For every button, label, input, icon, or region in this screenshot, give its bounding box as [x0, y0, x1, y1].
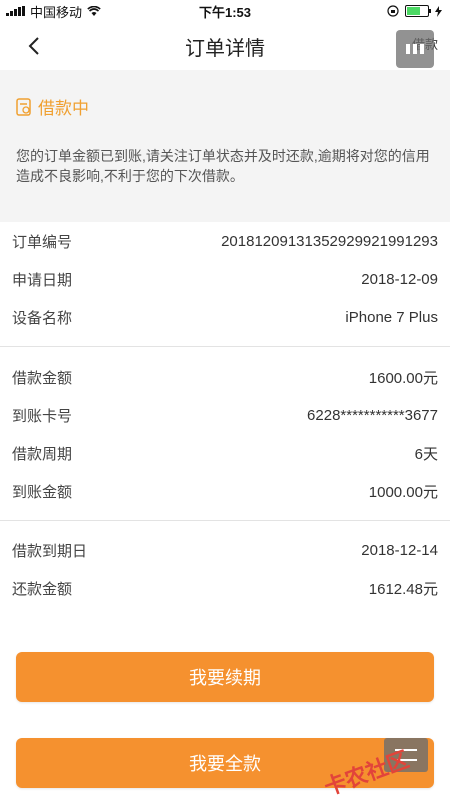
received-amount-value: 1000.00元 — [368, 483, 438, 501]
info-row: 到账卡号 6228***********3677 — [0, 396, 450, 434]
loan-period-value: 6天 — [414, 445, 438, 463]
battery-icon — [405, 5, 431, 17]
loan-status-label: 借款中 — [38, 99, 89, 118]
info-label: 申请日期 — [12, 271, 73, 289]
info-label: 设备名称 — [12, 309, 73, 327]
signal-icon — [6, 6, 25, 16]
device-name-value: iPhone 7 Plus — [345, 308, 438, 326]
status-left: 中国移动 — [0, 2, 101, 21]
page-title: 订单详情 — [185, 37, 265, 60]
info-row: 到账金额 1000.00元 — [0, 472, 450, 510]
order-number-value: 20181209131352929921991293 — [221, 232, 438, 250]
due-date-value: 2018-12-14 — [361, 541, 438, 559]
card-number-value: 6228***********3677 — [307, 406, 438, 424]
info-row: 借款到期日 2018-12-14 — [0, 531, 450, 569]
status-banner: 借款中 您的订单金额已到账,请关注订单状态并及时还款,逾期将对您的信用造成不良影… — [0, 70, 450, 222]
grid-icon — [406, 44, 424, 54]
carrier-label: 中国移动 — [30, 4, 83, 20]
repay-info-section: 借款到期日 2018-12-14 还款金额 1612.48元 — [0, 531, 450, 607]
info-row: 借款金额 1600.00元 — [0, 358, 450, 396]
info-label: 借款到期日 — [12, 542, 88, 560]
apply-date-value: 2018-12-09 — [361, 270, 438, 288]
status-right — [387, 5, 450, 17]
charging-icon — [435, 5, 442, 17]
loan-status: 借款中 — [16, 94, 89, 119]
info-row: 借款周期 6天 — [0, 434, 450, 472]
wifi-icon — [87, 5, 101, 16]
info-label: 还款金额 — [12, 580, 73, 598]
info-row: 订单编号 20181209131352929921991293 — [0, 222, 450, 260]
info-label: 借款金额 — [12, 369, 73, 387]
info-row: 申请日期 2018-12-09 — [0, 260, 450, 298]
info-label: 到账金额 — [12, 483, 73, 501]
floating-overlay-button[interactable] — [396, 30, 434, 68]
status-message: 您的订单金额已到账,请关注订单状态并及时还款,逾期将对您的信用造成不良影响,不利… — [16, 148, 430, 184]
chevron-left-icon — [28, 37, 39, 55]
info-label: 借款周期 — [12, 445, 73, 463]
back-button[interactable] — [20, 32, 48, 60]
status-bar: 中国移动 下午1:53 — [0, 0, 450, 22]
document-icon — [16, 97, 31, 116]
renew-button[interactable]: 我要续期 — [16, 652, 434, 702]
divider — [0, 520, 450, 521]
info-label: 订单编号 — [12, 233, 73, 251]
rotation-lock-icon — [387, 5, 399, 17]
loan-info-section: 借款金额 1600.00元 到账卡号 6228***********3677 借… — [0, 358, 450, 510]
loan-amount-value: 1600.00元 — [368, 369, 438, 387]
divider — [0, 346, 450, 347]
info-row: 设备名称 iPhone 7 Plus — [0, 298, 450, 336]
repay-amount-value: 1612.48元 — [368, 580, 438, 598]
order-info-section: 订单编号 20181209131352929921991293 申请日期 201… — [0, 222, 450, 336]
nav-bar: 订单详情 借款 — [0, 22, 450, 70]
info-row: 还款金额 1612.48元 — [0, 569, 450, 607]
info-label: 到账卡号 — [12, 407, 73, 425]
